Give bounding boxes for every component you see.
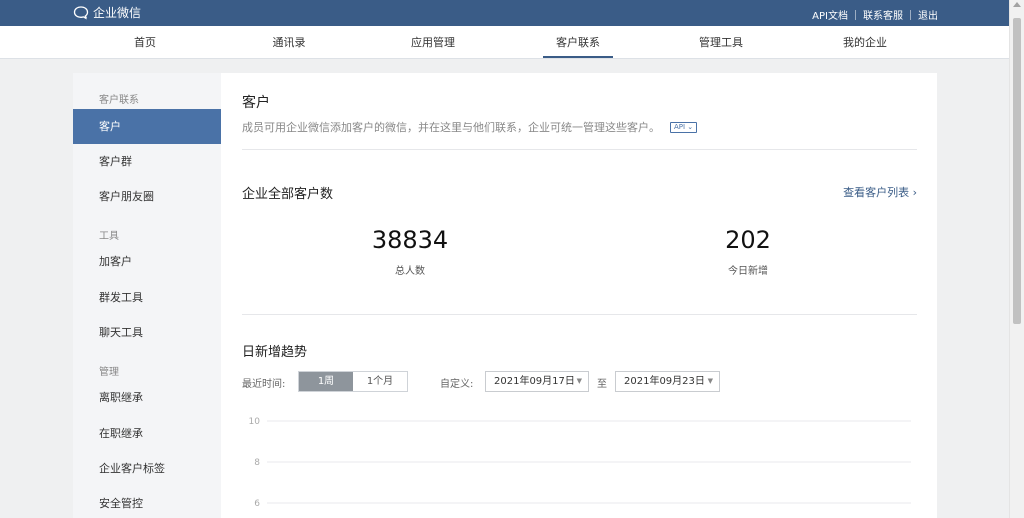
chevron-down-icon: ▼ bbox=[576, 377, 582, 385]
range-1-month-button[interactable]: 1个月 bbox=[353, 372, 407, 391]
main-nav: 首页 通讯录 应用管理 客户联系 管理工具 我的企业 bbox=[0, 26, 1009, 59]
stat-total: 38834 总人数 bbox=[310, 226, 510, 277]
chevron-down-icon: ▼ bbox=[707, 377, 713, 385]
end-date-value: 2021年09月23日 bbox=[624, 376, 705, 387]
sidebar-item-onjob-transfer[interactable]: 在职继承 bbox=[73, 416, 221, 451]
sidebar-item-add-customer[interactable]: 加客户 bbox=[73, 244, 221, 279]
top-link-divider bbox=[855, 9, 856, 20]
total-customers-title: 企业全部客户数 bbox=[242, 187, 334, 202]
app-name: 企业微信 bbox=[93, 6, 142, 20]
description-text: 成员可用企业微信添加客户的微信，并在这里与他们联系，企业可统一管理这些客户。 bbox=[242, 121, 660, 134]
start-date-value: 2021年09月17日 bbox=[494, 376, 575, 387]
scroll-thumb[interactable] bbox=[1013, 18, 1021, 324]
chart-y-tick-label: 10 bbox=[249, 417, 261, 427]
scroll-up-icon[interactable] bbox=[1013, 2, 1021, 7]
custom-range-label: 自定义: bbox=[440, 379, 474, 390]
top-bar: 企业微信 API文档 联系客服 退出 bbox=[0, 0, 1009, 26]
nav-app-management[interactable]: 应用管理 bbox=[393, 26, 473, 59]
daily-trend-chart: 10 8 6 bbox=[249, 417, 911, 509]
sidebar-group-customer-contact: 客户联系 bbox=[99, 95, 139, 106]
start-date-select[interactable]: 2021年09月17日 ▼ bbox=[485, 371, 589, 392]
chart-y-tick-label: 6 bbox=[254, 499, 260, 509]
daily-trend-title: 日新增趋势 bbox=[242, 345, 308, 360]
range-1-week-button[interactable]: 1周 bbox=[299, 372, 353, 391]
nav-my-enterprise[interactable]: 我的企业 bbox=[825, 26, 905, 59]
recent-time-label: 最近时间: bbox=[242, 379, 286, 390]
nav-customer-contact[interactable]: 客户联系 bbox=[538, 26, 618, 59]
stat-today-new: 202 今日新增 bbox=[648, 226, 848, 277]
recent-time-toggle: 1周 1个月 bbox=[298, 371, 408, 392]
sidebar-item-resigned-transfer[interactable]: 离职继承 bbox=[73, 380, 221, 415]
sidebar-group-management: 管理 bbox=[99, 367, 119, 378]
sidebar-item-security[interactable]: 安全管控 bbox=[73, 486, 221, 518]
to-label: 至 bbox=[597, 379, 607, 390]
app-logo[interactable]: 企业微信 bbox=[73, 4, 141, 21]
sidebar: 客户联系 客户 客户群 客户朋友圈 工具 加客户 群发工具 聊天工具 管理 离职… bbox=[73, 73, 221, 518]
nav-management-tools[interactable]: 管理工具 bbox=[681, 26, 761, 59]
page-scrollbar[interactable] bbox=[1009, 0, 1024, 518]
stat-today-label: 今日新增 bbox=[728, 266, 768, 277]
page-description: 成员可用企业微信添加客户的微信，并在这里与他们联系，企业可统一管理这些客户。 A… bbox=[242, 119, 698, 135]
sidebar-item-chat-tools[interactable]: 聊天工具 bbox=[73, 315, 221, 350]
chart-y-tick-label: 8 bbox=[254, 458, 260, 468]
view-customer-list-link[interactable]: 查看客户列表 › bbox=[843, 184, 917, 200]
page-title: 客户 bbox=[242, 95, 270, 111]
sidebar-item-customers[interactable]: 客户 bbox=[73, 109, 221, 144]
content-area: 客户 成员可用企业微信添加客户的微信，并在这里与他们联系，企业可统一管理这些客户… bbox=[221, 73, 937, 518]
sidebar-group-tools: 工具 bbox=[99, 231, 119, 242]
end-date-select[interactable]: 2021年09月23日 ▼ bbox=[615, 371, 720, 392]
stat-total-value: 38834 bbox=[371, 226, 449, 254]
section-divider bbox=[242, 149, 917, 150]
sidebar-item-customer-tags[interactable]: 企业客户标签 bbox=[73, 451, 221, 486]
api-badge[interactable]: API ⌄ bbox=[670, 121, 698, 133]
wecom-logo-icon bbox=[73, 5, 89, 19]
main-panel: 客户联系 客户 客户群 客户朋友圈 工具 加客户 群发工具 聊天工具 管理 离职… bbox=[73, 73, 937, 518]
contact-support-link[interactable]: 联系客服 bbox=[863, 7, 903, 22]
nav-contacts[interactable]: 通讯录 bbox=[249, 26, 329, 59]
stat-today-value: 202 bbox=[725, 226, 771, 254]
api-docs-link[interactable]: API文档 bbox=[812, 7, 848, 22]
section-divider bbox=[242, 314, 917, 315]
logout-link[interactable]: 退出 bbox=[918, 7, 938, 22]
stat-total-label: 总人数 bbox=[395, 266, 425, 277]
nav-home[interactable]: 首页 bbox=[105, 26, 185, 59]
sidebar-item-moments[interactable]: 客户朋友圈 bbox=[73, 179, 221, 214]
sidebar-item-mass-message[interactable]: 群发工具 bbox=[73, 280, 221, 315]
top-link-divider bbox=[910, 9, 911, 20]
sidebar-item-customer-groups[interactable]: 客户群 bbox=[73, 144, 221, 179]
